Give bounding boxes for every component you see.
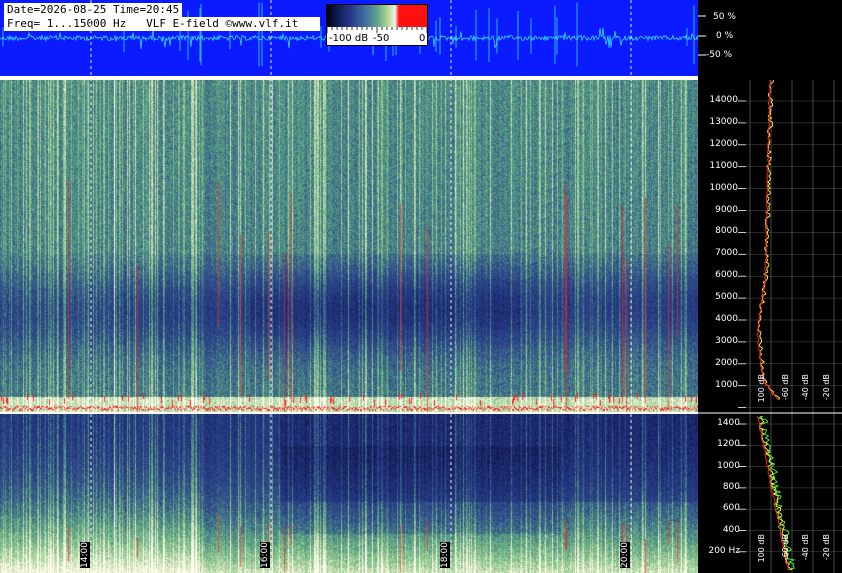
db-tick-low-3: -20 dB: [822, 534, 831, 561]
freq-tick-low-5: 400: [722, 524, 740, 535]
freq-tick-high-12: 2000: [715, 357, 738, 368]
freq-tick-high-10: 4000: [715, 314, 738, 324]
freq-tick-low-1: 1200: [717, 439, 740, 450]
db-tick-low-1: -60 dB: [781, 534, 790, 561]
time-label-1600: 16:00: [260, 542, 270, 568]
freq-tick-low-0: 1400: [717, 418, 740, 428]
db-tick-high-2: -40 dB: [801, 374, 810, 401]
wave-scale-50: 50 %: [713, 12, 736, 22]
freq-tick-low-4: 600: [722, 503, 740, 514]
freq-tick-high-8: 6000: [715, 270, 738, 281]
time-label-1400: 14:00: [80, 542, 90, 568]
db-tick-high-3: -20 dB: [822, 374, 831, 401]
db-tick-low-0: 100 dB: [757, 534, 766, 563]
time-label-1800: 18:00: [440, 542, 450, 568]
freq-tick-high-1: 13000: [709, 116, 738, 127]
freq-tick-high-11: 3000: [715, 335, 738, 346]
hour-grid-lines: [90, 0, 632, 573]
freq-tick-low-6: 200 Hz: [708, 545, 740, 556]
freq-tick-high-9: 5000: [715, 292, 738, 303]
db-tick-high-1: -60 dB: [781, 374, 790, 401]
freq-tick-low-2: 1000: [717, 460, 740, 471]
freq-tick-high-13: 1000: [715, 379, 738, 390]
db-tick-high-0: 100 dB: [757, 374, 766, 403]
db-tick-low-2: -40 dB: [801, 534, 810, 561]
freq-tick-low-3: 800: [722, 481, 740, 492]
freq-tick-high-7: 7000: [715, 248, 738, 259]
freq-tick-high-2: 12000: [709, 138, 738, 149]
freq-tick-high-5: 9000: [715, 204, 738, 215]
spectrum-profile-panel: [698, 80, 842, 573]
wave-scale-0: 0 %: [716, 31, 734, 41]
freq-tick-high-6: 8000: [715, 226, 738, 237]
time-label-2000: 20:00: [620, 542, 630, 568]
wave-scale-ticks: [698, 15, 706, 56]
freq-tick-high-0: 14000: [709, 95, 738, 105]
freq-tick-high-3: 11000: [709, 160, 738, 171]
freq-tick-high-4: 10000: [709, 182, 738, 193]
